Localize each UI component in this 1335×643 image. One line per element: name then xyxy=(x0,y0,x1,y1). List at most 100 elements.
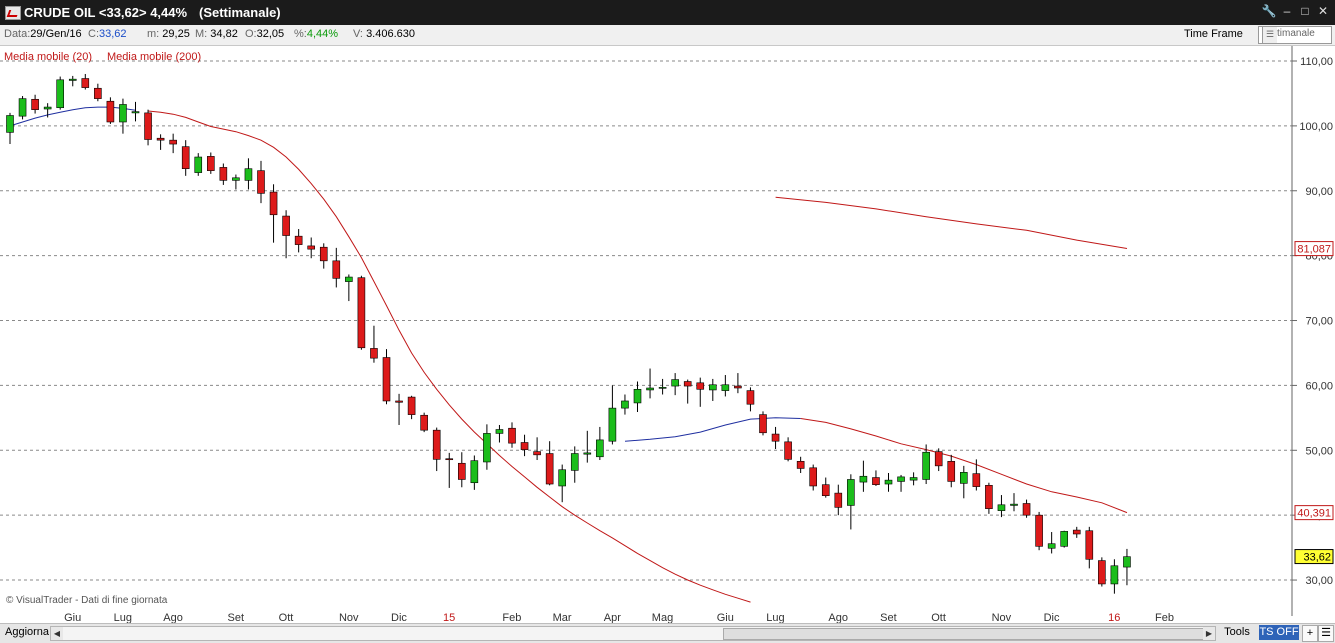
candle-body xyxy=(922,451,930,480)
x-tick-label: 16 xyxy=(1108,612,1120,623)
y-tick-label: 70,00 xyxy=(1305,316,1333,328)
x-tick-label: Set xyxy=(880,612,897,623)
candle-body xyxy=(445,458,454,461)
aggiorna-button[interactable]: Aggiorna xyxy=(2,625,51,640)
x-tick-label: Nov xyxy=(992,612,1012,623)
candle-body xyxy=(432,429,441,460)
candle-body xyxy=(1085,530,1094,560)
candle-body xyxy=(596,439,604,458)
candle-body xyxy=(207,156,215,171)
tools-wrench-icon[interactable]: 🔧 xyxy=(1261,3,1277,20)
x-tick-label: Ago xyxy=(163,612,183,623)
info-open: O:32,05 xyxy=(245,28,285,40)
x-tick-label: Apr xyxy=(604,612,621,623)
candle-body xyxy=(897,476,905,482)
x-tick-label: Lug xyxy=(766,612,784,623)
candle-body xyxy=(959,472,968,484)
candle-body xyxy=(847,479,855,506)
candle-body xyxy=(683,381,692,387)
candle-body xyxy=(759,414,767,434)
price-tags: 81,087 40,391 33,62 xyxy=(1294,241,1334,565)
candle-body xyxy=(533,451,541,456)
y-tick-label: 90,00 xyxy=(1305,186,1333,198)
candle-body xyxy=(821,484,830,497)
candle-body xyxy=(909,477,918,481)
candle-body xyxy=(696,382,705,390)
x-tick-label: Giu xyxy=(64,612,81,623)
candle-body xyxy=(106,100,115,123)
candle-body xyxy=(1035,514,1043,547)
y-tick-label: 100,00 xyxy=(1299,121,1333,133)
candle-body xyxy=(382,357,391,402)
candle-body xyxy=(508,427,516,444)
x-tick-label: Ott xyxy=(279,612,294,623)
candle-body xyxy=(219,167,228,181)
timeframe-select[interactable]: Settimanale ☰ xyxy=(1258,26,1332,44)
candle-body xyxy=(395,400,403,403)
scroll-right-icon[interactable]: ▶ xyxy=(1203,627,1215,640)
candle-body xyxy=(119,104,127,123)
legend-ma200: Media mobile (200) xyxy=(107,51,201,63)
ohlc-info-bar: Data:29/Gen/16 C:33,62 m: 29,25 M: 34,82… xyxy=(0,25,1335,46)
y-tick-label: 30,00 xyxy=(1305,575,1333,587)
menu-icon[interactable]: ☰ xyxy=(1318,625,1334,642)
x-tick-label: Set xyxy=(228,612,245,623)
candle-body xyxy=(457,462,466,480)
price-tag-label: 81,087 xyxy=(1297,244,1331,256)
candle-body xyxy=(194,156,203,173)
x-tick-label: Ago xyxy=(828,612,848,623)
x-tick-label: Mag xyxy=(652,612,673,623)
candle-body xyxy=(81,78,90,88)
x-tick-label: Giu xyxy=(717,612,734,623)
candle-body xyxy=(144,112,152,140)
info-close: C:33,62 xyxy=(88,28,127,40)
candle-body xyxy=(43,106,52,110)
tools-button[interactable]: Tools xyxy=(1217,625,1257,640)
price-chart[interactable]: 110,00100,0090,0080,0070,0060,0050,0040,… xyxy=(0,46,1335,623)
minimize-icon[interactable]: – xyxy=(1279,3,1295,20)
x-tick-label: Mar xyxy=(553,612,572,623)
dropdown-arrow-icon[interactable]: ☰ xyxy=(1262,27,1277,43)
candle-body xyxy=(1110,565,1119,585)
horizontal-scrollbar[interactable]: ◀ ▶ xyxy=(50,626,1216,641)
candle-body xyxy=(859,475,868,483)
candles xyxy=(6,73,1131,594)
candle-body xyxy=(985,485,993,509)
candle-body xyxy=(6,115,14,133)
ts-off-button[interactable]: TS OFF xyxy=(1259,625,1299,640)
candle-body xyxy=(269,191,278,216)
window-title: CRUDE OIL <33,62> 4,44% xyxy=(24,5,188,20)
candle-body xyxy=(558,469,567,487)
y-tick-label: 60,00 xyxy=(1305,380,1333,392)
candle-body xyxy=(407,396,416,415)
candle-body xyxy=(621,400,629,409)
candle-body xyxy=(633,388,642,404)
candle-body xyxy=(345,276,353,282)
maximize-icon[interactable]: □ xyxy=(1297,3,1313,20)
candle-body xyxy=(156,137,165,141)
candle-body xyxy=(771,433,780,442)
ma200-line xyxy=(775,196,1128,249)
close-icon[interactable]: ✕ xyxy=(1315,3,1331,20)
moving-averages xyxy=(9,106,1128,603)
candle-body xyxy=(721,384,730,391)
candle-body xyxy=(872,477,880,485)
scroll-thumb[interactable] xyxy=(723,628,1205,640)
y-axis: 110,00100,0090,0080,0070,0060,0050,0040,… xyxy=(1291,46,1333,616)
candle-body xyxy=(232,177,240,181)
candle-body xyxy=(997,504,1006,511)
candle-body xyxy=(972,473,981,487)
candle-body xyxy=(520,442,529,450)
candle-body xyxy=(94,87,102,99)
candle-body xyxy=(1098,560,1106,585)
x-tick-label: Feb xyxy=(502,612,521,623)
candle-body xyxy=(56,79,65,109)
x-tick-label: 15 xyxy=(443,612,455,623)
bottom-toolbar: Aggiorna ◀ ▶ Tools TS OFF + ☰ xyxy=(0,623,1335,643)
y-tick-label: 110,00 xyxy=(1300,56,1333,68)
add-button[interactable]: + xyxy=(1302,625,1318,642)
candle-body xyxy=(257,170,265,194)
candle-body xyxy=(68,78,77,81)
scroll-left-icon[interactable]: ◀ xyxy=(51,627,63,640)
candle-body xyxy=(734,385,742,389)
